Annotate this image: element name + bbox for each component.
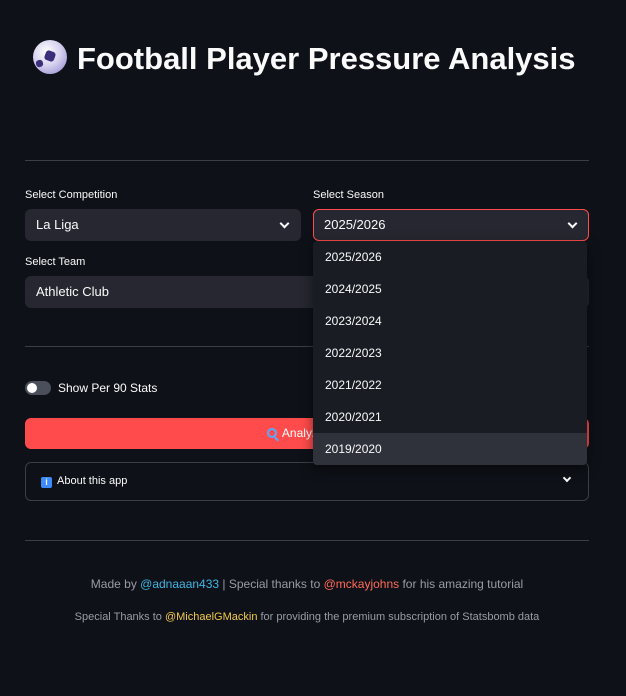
chevron-down-icon — [562, 473, 572, 483]
divider-bottom — [25, 540, 589, 541]
search-icon — [266, 428, 277, 438]
divider-top — [25, 160, 589, 161]
season-option[interactable]: 2023/2024 — [313, 305, 587, 337]
footer-thanks-suffix: for his amazing tutorial — [399, 577, 524, 591]
about-label: About this app — [57, 475, 128, 487]
season-option[interactable]: 2024/2025 — [313, 273, 587, 305]
page-title-text: Football Player Pressure Analysis — [77, 41, 576, 76]
season-label: Select Season — [313, 189, 384, 201]
team-label: Select Team — [25, 256, 86, 268]
footer-premium-suffix: for providing the premium subscription o… — [257, 611, 540, 623]
chevron-down-icon — [567, 218, 578, 229]
season-option[interactable]: 2021/2022 — [313, 369, 587, 401]
mckayjohns-link[interactable]: @mckayjohns — [324, 577, 400, 591]
per90-toggle[interactable] — [25, 381, 51, 395]
michaelgmackin-link[interactable]: @MichaelGMackin — [165, 611, 257, 623]
footer-premium: Special Thanks to @MichaelGMackin for pr… — [0, 611, 614, 623]
season-option[interactable]: 2022/2023 — [313, 337, 587, 369]
team-value: Athletic Club — [36, 284, 109, 299]
per90-toggle-label: Show Per 90 Stats — [58, 381, 158, 395]
season-option[interactable]: 2019/2020 — [313, 433, 587, 465]
season-select[interactable]: 2025/2026 — [313, 209, 589, 241]
page-title: Football Player Pressure Analysis — [25, 38, 585, 80]
season-option[interactable]: 2025/2026 — [313, 241, 587, 273]
about-expander[interactable]: i About this app — [25, 462, 589, 501]
competition-value: La Liga — [36, 217, 79, 232]
footer-premium-prefix: Special Thanks to — [74, 611, 165, 623]
competition-label: Select Competition — [25, 189, 118, 201]
chevron-down-icon — [279, 218, 290, 229]
season-option[interactable]: 2020/2021 — [313, 401, 587, 433]
season-dropdown-menu: 2025/2026 2024/2025 2023/2024 2022/2023 … — [313, 241, 587, 465]
info-icon: i — [41, 477, 52, 488]
footer-thanks: | Special thanks to — [219, 577, 324, 591]
author-link[interactable]: @adnaaan433 — [140, 577, 219, 591]
soccer-ball-icon — [33, 40, 67, 74]
footer-credits: Made by @adnaaan433 | Special thanks to … — [0, 577, 614, 591]
footer-made-by: Made by — [90, 577, 141, 591]
season-value: 2025/2026 — [324, 217, 386, 232]
competition-select[interactable]: La Liga — [25, 209, 301, 241]
toggle-knob — [27, 383, 37, 393]
